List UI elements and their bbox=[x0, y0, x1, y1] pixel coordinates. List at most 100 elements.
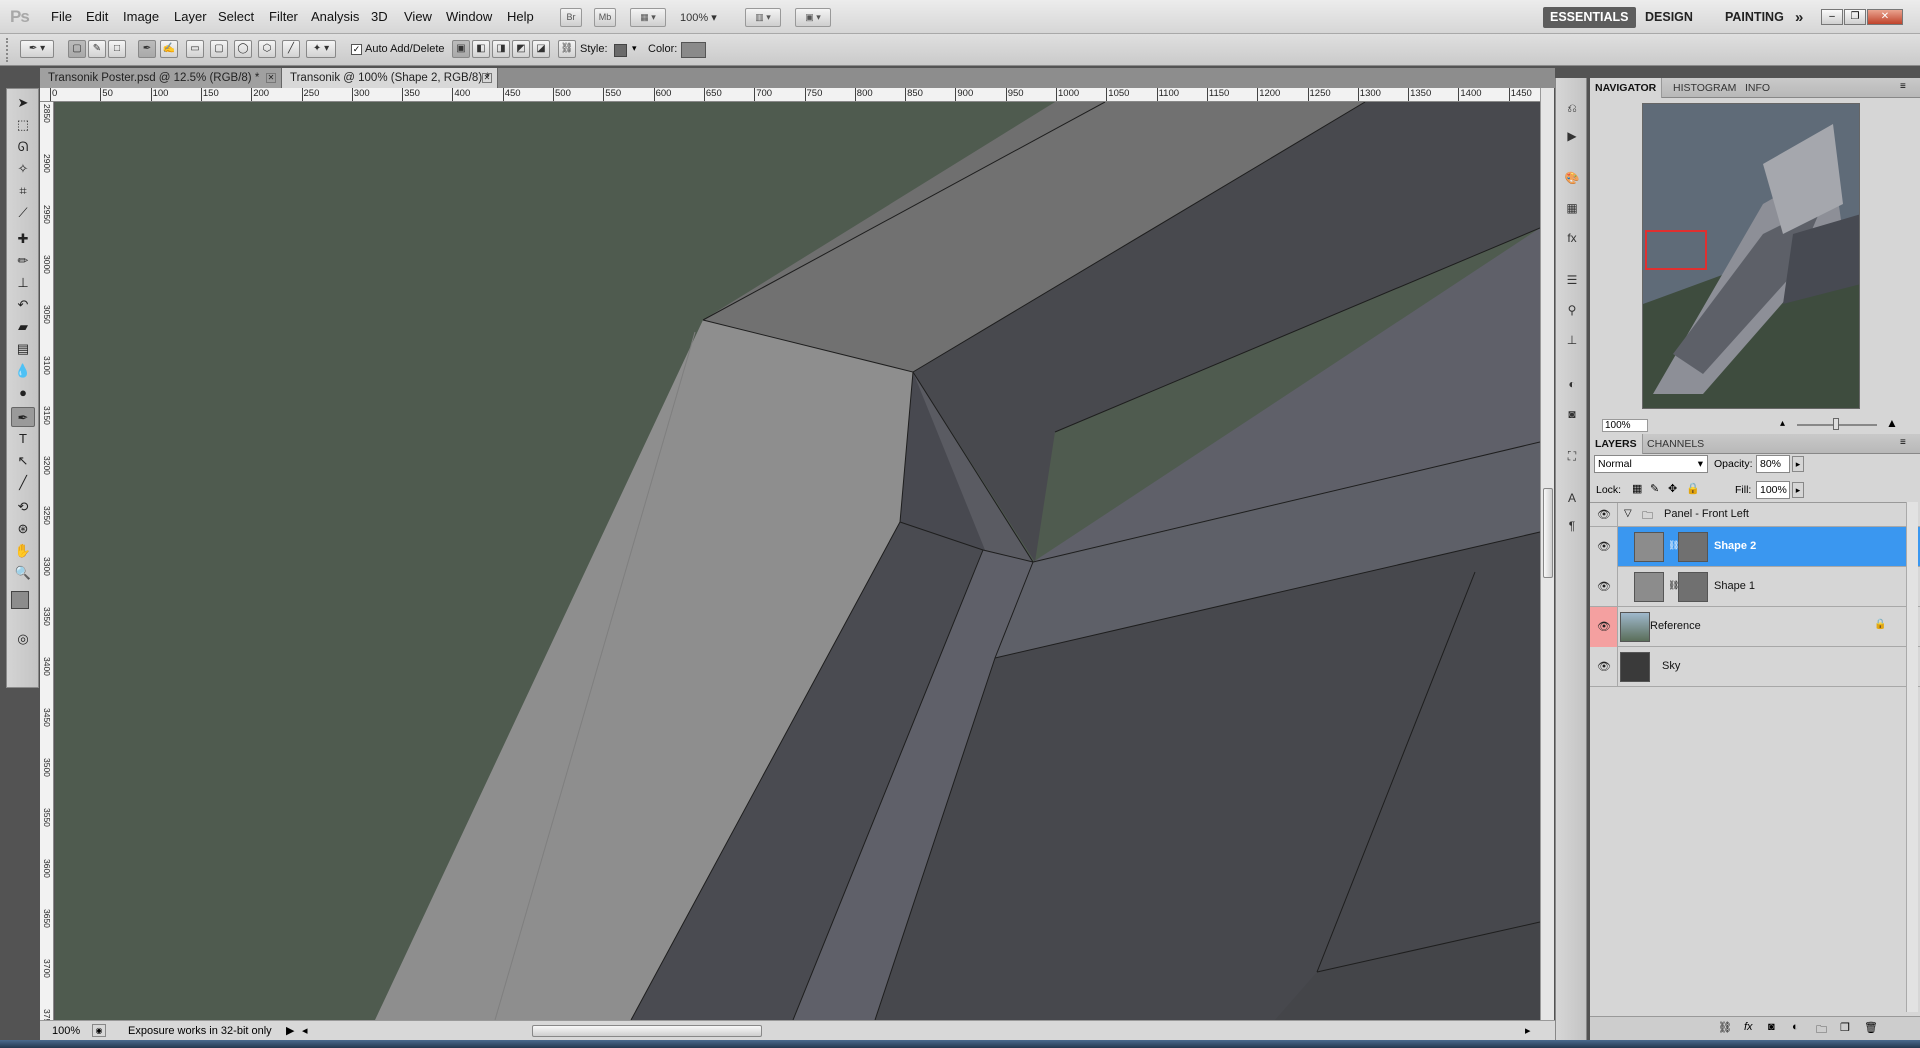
zoom-in-icon[interactable]: ▲ bbox=[1886, 416, 1898, 430]
workspace-more-button[interactable]: » bbox=[1788, 7, 1810, 28]
hscroll-right-arrow-icon[interactable]: ▸ bbox=[1525, 1024, 1531, 1037]
fill-slider-arrow-icon[interactable]: ▸ bbox=[1792, 482, 1804, 498]
close-tab-icon[interactable]: ✕ bbox=[482, 73, 492, 83]
opacity-field[interactable]: 80% bbox=[1756, 455, 1790, 473]
blur-tool[interactable]: 💧 bbox=[11, 361, 35, 381]
tab-transonik[interactable]: Transonik @ 100% (Shape 2, RGB/8) * ✕ bbox=[282, 68, 498, 88]
menu-help[interactable]: Help bbox=[507, 9, 534, 24]
layer-row-shape-2[interactable]: 👁 ⛓ Shape 2 bbox=[1590, 527, 1920, 567]
horizontal-scroll-thumb[interactable] bbox=[532, 1025, 762, 1037]
layer-row-sky[interactable]: 👁 Sky bbox=[1590, 647, 1920, 687]
pen-option-button[interactable]: ✒ bbox=[138, 40, 156, 58]
camera-panel-button[interactable]: ◙ bbox=[1562, 404, 1582, 424]
shape-color-swatch[interactable] bbox=[681, 42, 706, 58]
tab-navigator[interactable]: NAVIGATOR bbox=[1590, 78, 1663, 98]
menu-window[interactable]: Window bbox=[446, 9, 492, 24]
adjustments-panel-button[interactable]: ☰ bbox=[1562, 270, 1582, 290]
quick-mask-button[interactable]: ◎ bbox=[11, 629, 35, 649]
brushes-panel-button[interactable]: ⊥ bbox=[1562, 330, 1582, 350]
style-picker[interactable] bbox=[614, 44, 627, 57]
path-selection-tool[interactable]: ↖ bbox=[11, 451, 35, 471]
paths-mode-button[interactable]: ✎ bbox=[88, 40, 106, 58]
lasso-tool[interactable]: ᘏ bbox=[11, 137, 35, 157]
style-picker-chevron-icon[interactable]: ▾ bbox=[632, 43, 637, 54]
layer-row-reference[interactable]: 👁 Reference 🔒 bbox=[1590, 607, 1920, 647]
status-zoom-field[interactable]: 100% bbox=[52, 1025, 80, 1037]
workspace-painting[interactable]: PAINTING bbox=[1718, 7, 1791, 28]
close-tab-icon[interactable]: ✕ bbox=[266, 73, 276, 83]
gradient-tool[interactable]: ▤ bbox=[11, 339, 35, 359]
character-panel-button[interactable]: A bbox=[1562, 488, 1582, 508]
navigator-view-rectangle[interactable] bbox=[1645, 230, 1707, 270]
menu-layer[interactable]: Layer bbox=[174, 9, 207, 24]
subtract-shape-area-button[interactable]: ◧ bbox=[472, 40, 490, 58]
close-button[interactable]: ✕ bbox=[1867, 9, 1903, 25]
layer-row-shape-1[interactable]: 👁 ⛓ Shape 1 bbox=[1590, 567, 1920, 607]
line-option-button[interactable]: ╱ bbox=[282, 40, 300, 58]
menu-analysis[interactable]: Analysis bbox=[311, 9, 359, 24]
history-panel-button[interactable]: ⎌ bbox=[1562, 98, 1582, 118]
actions-panel-button[interactable]: ▶ bbox=[1562, 126, 1582, 146]
menu-view[interactable]: View bbox=[404, 9, 432, 24]
zoom-out-icon[interactable]: ▴ bbox=[1780, 418, 1785, 429]
tab-histogram[interactable]: HISTOGRAM bbox=[1668, 78, 1741, 98]
history-brush-tool[interactable]: ↶ bbox=[11, 295, 35, 315]
visibility-toggle[interactable]: 👁 bbox=[1590, 647, 1618, 687]
menu-file[interactable]: File bbox=[51, 9, 72, 24]
layer-row-group[interactable]: 👁 ▽ 🗀 Panel - Front Left bbox=[1590, 503, 1920, 527]
menu-edit[interactable]: Edit bbox=[86, 9, 108, 24]
marquee-tool[interactable]: ⬚ bbox=[11, 115, 35, 135]
navigator-zoom-slider-thumb[interactable] bbox=[1833, 418, 1839, 430]
intersect-shape-area-button[interactable]: ◨ bbox=[492, 40, 510, 58]
view-extras-button[interactable]: ▦ ▾ bbox=[630, 8, 666, 27]
add-mask-icon[interactable]: ◙ bbox=[1768, 1021, 1775, 1033]
hand-tool[interactable]: ✋ bbox=[11, 541, 35, 561]
lock-all-icon[interactable]: 🔒 bbox=[1686, 482, 1700, 495]
tab-transonik-poster[interactable]: Transonik Poster.psd @ 12.5% (RGB/8) * ✕ bbox=[40, 68, 282, 88]
combine-shape-area-button[interactable]: ▣ bbox=[452, 40, 470, 58]
tool-preset-picker[interactable]: ✒ ▾ bbox=[20, 40, 54, 58]
document-canvas[interactable] bbox=[55, 102, 1540, 1020]
swatches-panel-button[interactable]: ▦ bbox=[1562, 198, 1582, 218]
opacity-slider-arrow-icon[interactable]: ▸ bbox=[1792, 456, 1804, 472]
brush-tool[interactable]: ✏ bbox=[11, 251, 35, 271]
pen-tool[interactable]: ✒ bbox=[11, 407, 35, 427]
zoom-tool[interactable]: 🔍 bbox=[11, 563, 35, 583]
layers-scrollbar[interactable] bbox=[1906, 502, 1918, 1012]
clone-source-panel-button[interactable]: ◐ bbox=[1562, 374, 1582, 394]
tab-info[interactable]: INFO bbox=[1740, 78, 1775, 98]
visibility-toggle[interactable]: 👁 bbox=[1590, 567, 1618, 607]
zoom-level-dropdown[interactable]: 100% ▾ bbox=[680, 11, 717, 24]
navigator-preview[interactable] bbox=[1642, 103, 1860, 409]
crop-tool[interactable]: ⌗ bbox=[11, 181, 35, 201]
3d-rotate-tool[interactable]: ⟲ bbox=[11, 497, 35, 517]
vertical-scrollbar[interactable] bbox=[1540, 88, 1554, 1020]
minimize-button[interactable]: – bbox=[1821, 9, 1843, 25]
type-tool[interactable]: T bbox=[11, 429, 35, 449]
tab-layers[interactable]: LAYERS bbox=[1590, 434, 1643, 454]
shape-layers-mode-button[interactable]: ▢ bbox=[68, 40, 86, 58]
lock-image-pixels-icon[interactable]: ✎ bbox=[1650, 482, 1659, 495]
line-tool[interactable]: ╱ bbox=[11, 473, 35, 493]
clone-stamp-tool[interactable]: ⊥ bbox=[11, 273, 35, 293]
restore-button[interactable]: ❐ bbox=[1844, 9, 1866, 25]
3d-panel-button[interactable]: ⛶ bbox=[1562, 446, 1582, 466]
visibility-toggle[interactable]: 👁 bbox=[1590, 607, 1618, 647]
ellipse-option-button[interactable]: ◯ bbox=[234, 40, 252, 58]
exclude-shape-area-button[interactable]: ◩ bbox=[512, 40, 530, 58]
healing-brush-tool[interactable]: ✚ bbox=[11, 229, 35, 249]
create-new-shape-button[interactable]: ◪ bbox=[532, 40, 550, 58]
arrange-documents-button[interactable]: ▥ ▾ bbox=[745, 8, 781, 27]
status-menu-arrow-icon[interactable]: ▶ bbox=[286, 1024, 294, 1037]
menu-image[interactable]: Image bbox=[123, 9, 159, 24]
new-layer-icon[interactable]: ❐ bbox=[1840, 1021, 1850, 1034]
foreground-color-swatch[interactable] bbox=[11, 591, 29, 609]
launch-minibridge-button[interactable]: Mb bbox=[594, 8, 616, 27]
new-adjustment-layer-icon[interactable]: ◐ bbox=[1792, 1021, 1799, 1033]
fill-pixels-mode-button[interactable]: □ bbox=[108, 40, 126, 58]
menu-filter[interactable]: Filter bbox=[269, 9, 298, 24]
trash-icon[interactable]: 🗑 bbox=[1864, 1021, 1878, 1034]
eraser-tool[interactable]: ▰ bbox=[11, 317, 35, 337]
auto-add-delete-checkbox[interactable]: ✓ bbox=[351, 44, 362, 55]
tab-channels[interactable]: CHANNELS bbox=[1642, 434, 1709, 454]
